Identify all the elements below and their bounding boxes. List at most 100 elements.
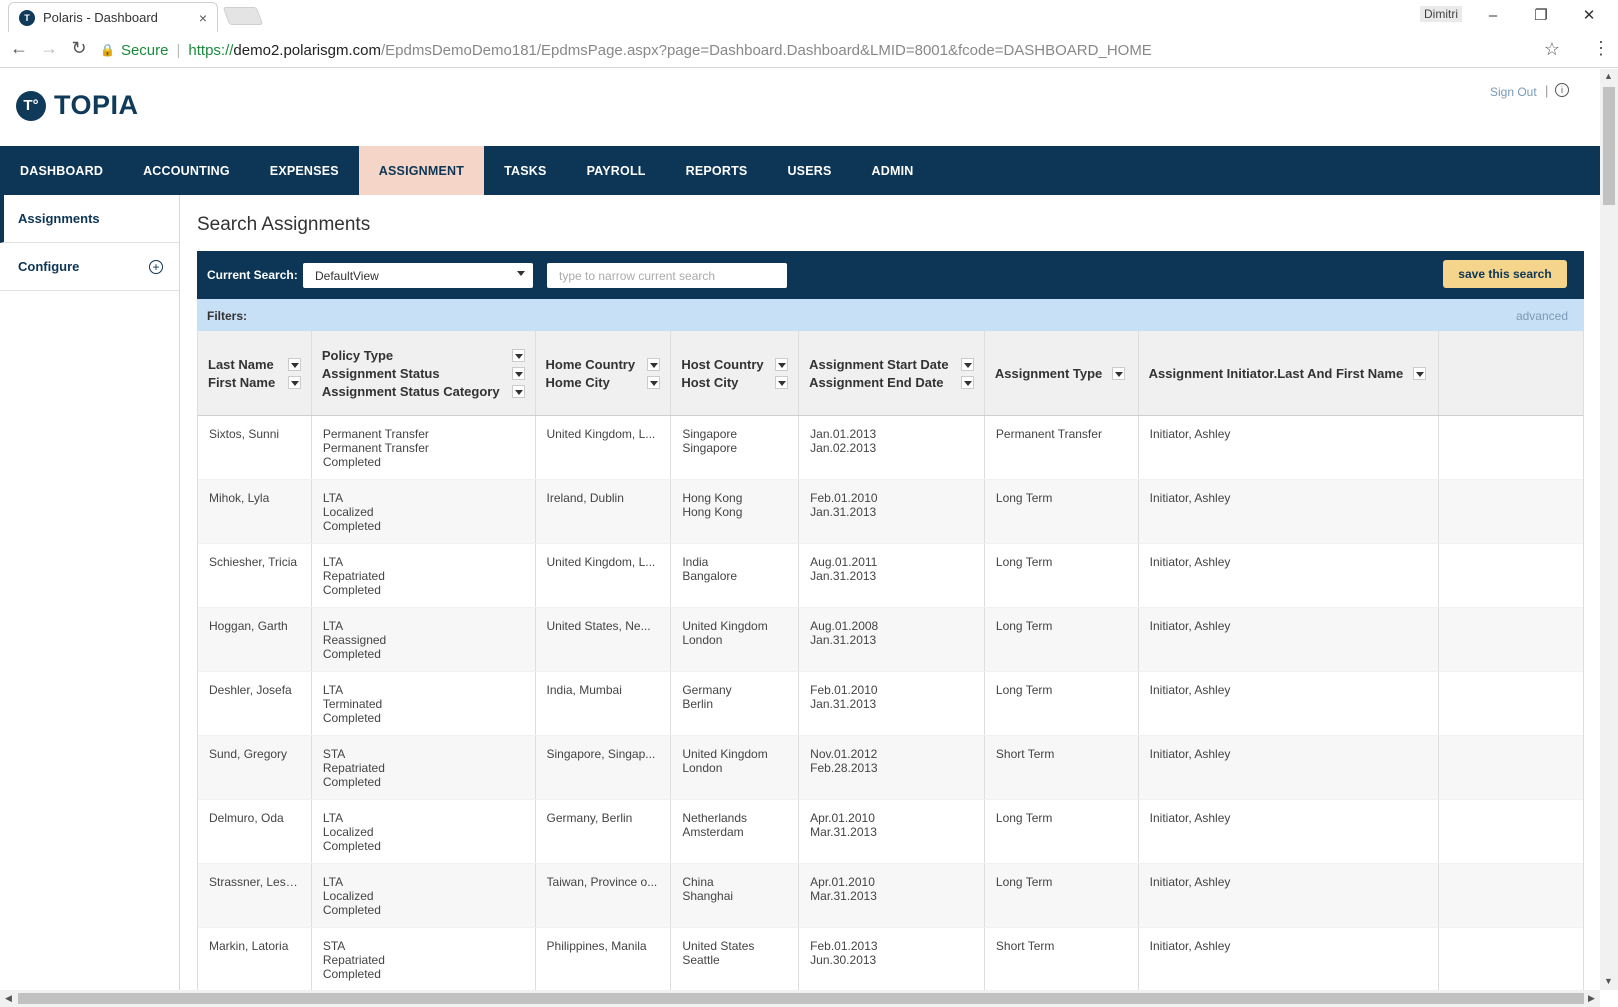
header-name: Last Name First Name bbox=[198, 331, 312, 415]
column-header[interactable]: Assignment Initiator.Last And First Name bbox=[1149, 366, 1404, 381]
cell-text: Delmuro, Oda bbox=[209, 811, 284, 825]
nav-item-dashboard[interactable]: DASHBOARD bbox=[0, 146, 123, 195]
narrow-search-input[interactable] bbox=[547, 263, 787, 288]
nav-item-users[interactable]: USERS bbox=[767, 146, 851, 195]
column-header[interactable]: Home Country bbox=[546, 357, 636, 372]
cell-text: Initiator, Ashley bbox=[1149, 683, 1231, 697]
table-row[interactable]: Sund, Gregory STA Repatriated Completed Sing… bbox=[198, 736, 1583, 800]
table-row[interactable]: Hoggan, Garth LTA Reassigned Completed Unite… bbox=[198, 608, 1583, 672]
cell-text: Initiator, Ashley bbox=[1149, 491, 1231, 505]
column-header[interactable]: First Name bbox=[208, 375, 275, 390]
cell-dates: Nov.01.2012 Feb.28.2013 bbox=[799, 736, 985, 799]
nav-item-expenses[interactable]: EXPENSES bbox=[250, 146, 359, 195]
column-menu-icon[interactable] bbox=[1413, 366, 1427, 380]
nav-item-payroll[interactable]: PAYROLL bbox=[567, 146, 666, 195]
cell-name: Mihok, Lyla bbox=[198, 480, 312, 543]
column-header[interactable]: Policy Type bbox=[322, 348, 393, 363]
column-menu-icon[interactable] bbox=[960, 375, 974, 389]
column-header[interactable]: Assignment Status Category bbox=[322, 384, 500, 399]
nav-item-reports[interactable]: REPORTS bbox=[666, 146, 768, 195]
reload-icon[interactable]: ↻ bbox=[68, 38, 90, 59]
expand-plus-icon[interactable]: + bbox=[149, 260, 163, 274]
table-row[interactable]: Deshler, Josefa LTA Terminated Completed Ind… bbox=[198, 672, 1583, 736]
cell-text: Apr.01.2010 bbox=[810, 811, 875, 825]
column-menu-icon[interactable] bbox=[775, 375, 789, 389]
bookmark-star-icon[interactable]: ☆ bbox=[1544, 39, 1560, 60]
column-header[interactable]: Assignment Status bbox=[322, 366, 440, 381]
page-title: Search Assignments bbox=[197, 214, 371, 235]
column-header[interactable]: Assignment Type bbox=[995, 366, 1102, 381]
column-menu-icon[interactable] bbox=[647, 375, 661, 389]
cell-home: United Kingdom, L... bbox=[536, 544, 672, 607]
table-row[interactable]: Delmuro, Oda LTA Localized Completed Germany… bbox=[198, 800, 1583, 864]
topia-logo[interactable]: T° TOPIA bbox=[16, 90, 139, 121]
column-menu-icon[interactable] bbox=[1112, 366, 1126, 380]
cell-text: London bbox=[682, 761, 723, 775]
cell-text: Sund, Gregory bbox=[209, 747, 288, 761]
column-header[interactable]: Assignment Start Date bbox=[809, 357, 948, 372]
column-menu-icon[interactable] bbox=[775, 357, 789, 371]
nav-item-tasks[interactable]: TASKS bbox=[484, 146, 566, 195]
forward-icon[interactable]: → bbox=[38, 38, 60, 59]
sidebar-item-assignments[interactable]: Assignments bbox=[0, 195, 179, 243]
horizontal-scrollbar[interactable]: ◀ ▶ bbox=[0, 990, 1600, 1007]
cell-home: Taiwan, Province o... bbox=[536, 864, 672, 927]
column-menu-icon[interactable] bbox=[960, 357, 974, 371]
table-row[interactable]: Sixtos, Sunni Permanent Transfer Permanent… bbox=[198, 416, 1583, 480]
scroll-up-icon[interactable]: ▲ bbox=[1604, 71, 1613, 81]
advanced-filters-link[interactable]: advanced bbox=[1516, 309, 1568, 323]
column-header[interactable]: Last Name bbox=[208, 357, 274, 372]
browser-menu-icon[interactable]: ⋮ bbox=[1592, 38, 1610, 59]
cell-text: Completed bbox=[322, 903, 381, 917]
profile-name[interactable]: Dimitri bbox=[1420, 6, 1462, 22]
cell-text: Completed bbox=[322, 647, 381, 661]
vertical-scrollbar[interactable]: ▲ ▼ bbox=[1600, 69, 1618, 990]
column-header[interactable]: Home City bbox=[546, 375, 610, 390]
nav-item-admin[interactable]: ADMIN bbox=[852, 146, 934, 195]
scroll-down-icon[interactable]: ▼ bbox=[1604, 976, 1613, 986]
scroll-right-icon[interactable]: ▶ bbox=[1588, 993, 1595, 1004]
column-menu-icon[interactable] bbox=[511, 366, 525, 380]
cell-text: Permanent Transfer bbox=[322, 427, 429, 441]
back-icon[interactable]: ← bbox=[8, 38, 30, 59]
cell-text: STA bbox=[322, 747, 346, 761]
column-menu-icon[interactable] bbox=[287, 375, 301, 389]
cell-policy: LTA Localized Completed bbox=[312, 800, 536, 863]
horizontal-scroll-thumb[interactable] bbox=[18, 993, 1584, 1004]
current-search-select[interactable]: DefaultView bbox=[303, 263, 533, 288]
nav-item-accounting[interactable]: ACCOUNTING bbox=[123, 146, 250, 195]
new-tab-button[interactable] bbox=[222, 7, 264, 25]
nav-item-assignment[interactable]: ASSIGNMENT bbox=[358, 146, 485, 195]
table-row[interactable]: Mihok, Lyla LTA Localized Completed Ireland,… bbox=[198, 480, 1583, 544]
column-menu-icon[interactable] bbox=[511, 384, 525, 398]
cell-text: Long Term bbox=[995, 875, 1053, 889]
column-header[interactable]: Host Country bbox=[681, 357, 763, 372]
browser-tab[interactable]: T Polaris - Dashboard × bbox=[8, 2, 218, 32]
vertical-scroll-thumb[interactable] bbox=[1603, 87, 1615, 205]
cell-text: Singapore bbox=[682, 441, 738, 455]
table-row[interactable]: Strassner, Leslee LTA Localized Completed Ta… bbox=[198, 864, 1583, 928]
cell-text: Localized bbox=[322, 889, 374, 903]
info-icon[interactable]: i bbox=[1555, 83, 1569, 97]
table-row[interactable]: Markin, Latoria STA Repatriated Completed Ph… bbox=[198, 928, 1583, 992]
sidebar-item-configure[interactable]: Configure + bbox=[0, 243, 179, 291]
cell-initiator: Initiator, Ashley bbox=[1139, 416, 1440, 479]
restore-icon[interactable]: ❐ bbox=[1518, 2, 1564, 28]
column-menu-icon[interactable] bbox=[647, 357, 661, 371]
column-header[interactable]: Host City bbox=[681, 375, 738, 390]
column-menu-icon[interactable] bbox=[511, 348, 525, 362]
assignments-table: Last Name First Name Policy Type Assignm… bbox=[197, 331, 1584, 992]
minimize-icon[interactable]: – bbox=[1470, 2, 1516, 28]
tab-close-icon[interactable]: × bbox=[199, 10, 207, 26]
column-header[interactable]: Assignment End Date bbox=[809, 375, 943, 390]
cell-host: Netherlands Amsterdam bbox=[671, 800, 800, 863]
close-window-icon[interactable]: ✕ bbox=[1566, 2, 1612, 28]
save-search-button[interactable]: save this search bbox=[1443, 260, 1567, 288]
scroll-left-icon[interactable]: ◀ bbox=[5, 993, 12, 1004]
chevron-down-icon bbox=[517, 271, 525, 276]
url-omnibox[interactable]: 🔒 Secure | https://demo2.polarisgm.com/E… bbox=[100, 35, 1560, 65]
sign-out-link[interactable]: Sign Out bbox=[1490, 85, 1537, 99]
table-row[interactable]: Schiesher, Tricia LTA Repatriated Completed… bbox=[198, 544, 1583, 608]
column-menu-icon[interactable] bbox=[287, 357, 301, 371]
omnibox-separator: | bbox=[176, 41, 181, 59]
